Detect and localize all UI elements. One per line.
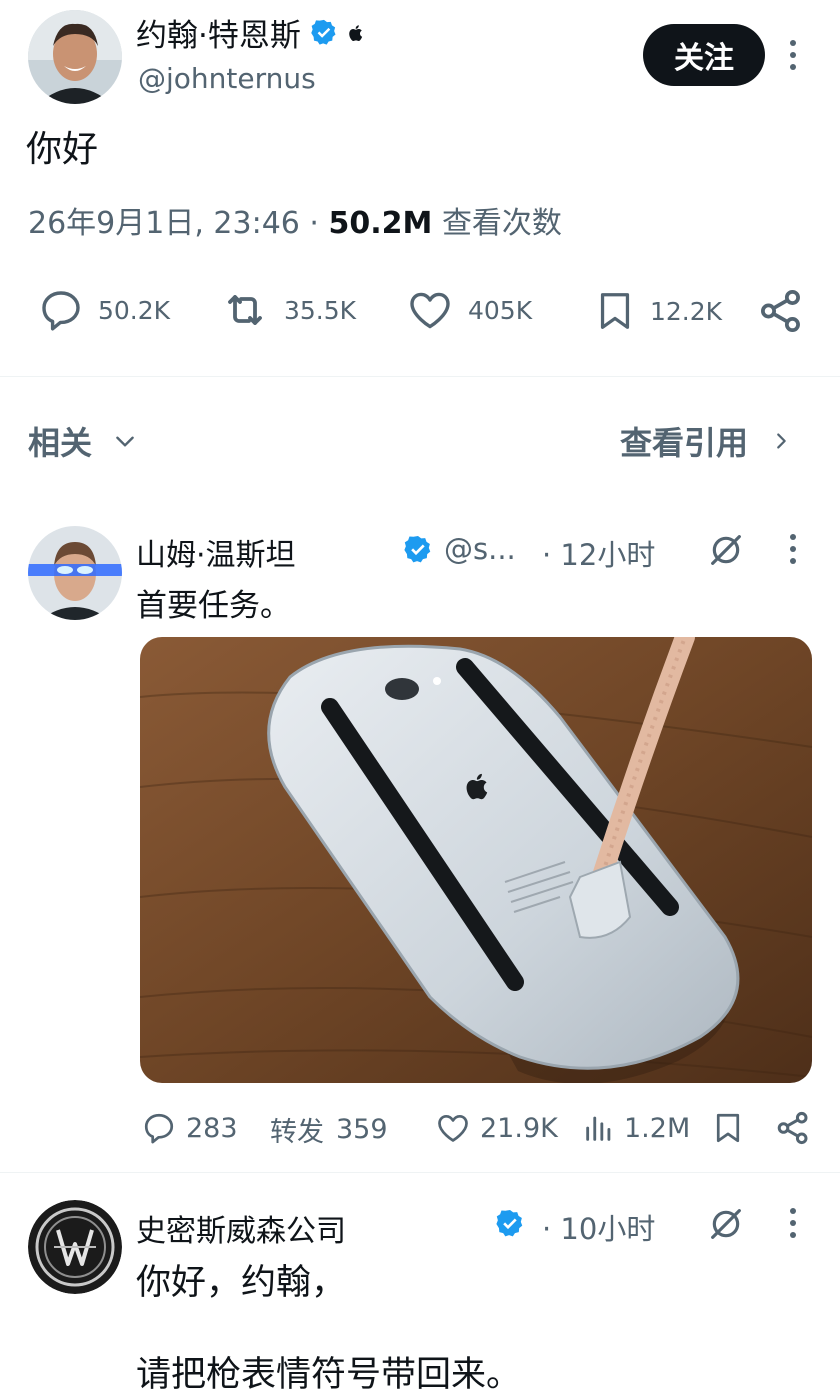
reply-views-action[interactable]: 1.2M: [582, 1110, 690, 1146]
like-icon: [434, 1110, 472, 1146]
grok-icon[interactable]: [706, 530, 746, 570]
reply-time[interactable]: · 12小时: [542, 532, 655, 574]
share-icon[interactable]: [774, 1108, 812, 1148]
reply-photo[interactable]: [140, 637, 812, 1083]
author-name[interactable]: 约翰·特恩斯: [136, 10, 301, 55]
divider: [0, 1172, 840, 1173]
reply-more-icon[interactable]: [782, 1206, 804, 1240]
chevron-down-icon: [112, 428, 138, 454]
views-count: 50.2M: [328, 206, 433, 241]
tweet-meta: 26年9月1日, 23:46 · 50.2M 查看次数: [28, 198, 562, 242]
tweet-text: 你好: [26, 129, 99, 170]
share-icon[interactable]: [756, 286, 806, 336]
follow-button[interactable]: 关注: [643, 24, 765, 86]
retweet-icon: [218, 286, 272, 334]
meta-separator: ·: [309, 206, 319, 241]
divider: [0, 376, 840, 377]
reply-text: 首要任务。: [136, 588, 291, 624]
reply-count: 283: [186, 1112, 238, 1144]
reply-icon: [36, 286, 86, 334]
reply-avatar[interactable]: [28, 1200, 122, 1294]
reply-avatar[interactable]: [28, 526, 122, 620]
reply-text-line-1: 你好，约翰，: [136, 1263, 347, 1303]
verified-badge-icon: [494, 1208, 526, 1240]
related-dropdown[interactable]: 相关: [28, 418, 138, 464]
retweet-action[interactable]: 35.5K: [218, 286, 356, 334]
bookmark-action[interactable]: 12.2K: [592, 286, 722, 336]
reply-text-line-2: 请把枪表情符号带回来。: [136, 1355, 522, 1395]
bookmark-count: 12.2K: [650, 296, 723, 326]
retweet-count: 35.5K: [284, 295, 357, 325]
bookmark-icon: [592, 286, 638, 336]
grok-icon[interactable]: [706, 1204, 746, 1244]
view-quotes-link[interactable]: 查看引用: [620, 418, 792, 464]
like-count: 405K: [468, 295, 533, 325]
retweet-label: 转发: [270, 1117, 324, 1148]
chevron-right-icon: [770, 427, 792, 455]
like-count: 21.9K: [480, 1112, 558, 1144]
reply-reply-action[interactable]: 283: [140, 1110, 238, 1146]
like-action[interactable]: 405K: [404, 286, 532, 334]
reply-time[interactable]: · 10小时: [542, 1206, 655, 1248]
like-icon: [404, 286, 456, 334]
related-label: 相关: [28, 424, 93, 462]
reply-more-icon[interactable]: [782, 532, 804, 566]
reply-handle[interactable]: @s...: [444, 532, 516, 566]
view-quotes-label: 查看引用: [620, 424, 749, 462]
retweet-count: 359: [336, 1114, 388, 1145]
verified-badge-icon: [309, 18, 339, 48]
reply-count: 50.2K: [98, 295, 171, 325]
author-avatar[interactable]: [28, 10, 122, 104]
more-options-icon[interactable]: [782, 38, 804, 72]
reply-icon: [140, 1110, 178, 1146]
apple-logo-icon: [347, 24, 363, 42]
tweet-date[interactable]: 26年9月1日, 23:46: [28, 206, 300, 241]
views-label: 查看次数: [441, 206, 562, 241]
reply-action[interactable]: 50.2K: [36, 286, 170, 334]
bookmark-icon[interactable]: [710, 1108, 746, 1148]
analytics-icon: [582, 1110, 616, 1146]
author-handle[interactable]: @johnternus: [138, 62, 316, 95]
reply-like-action[interactable]: 21.9K: [434, 1110, 558, 1146]
views-count: 1.2M: [624, 1112, 691, 1144]
verified-badge-icon: [402, 534, 434, 566]
reply-author-name[interactable]: 山姆·温斯坦: [136, 530, 296, 574]
reply-retweet-action[interactable]: 转发 359: [270, 1110, 388, 1149]
author-name-row: 约翰·特恩斯: [136, 10, 363, 55]
reply-author-name[interactable]: 史密斯威森公司: [136, 1206, 346, 1250]
